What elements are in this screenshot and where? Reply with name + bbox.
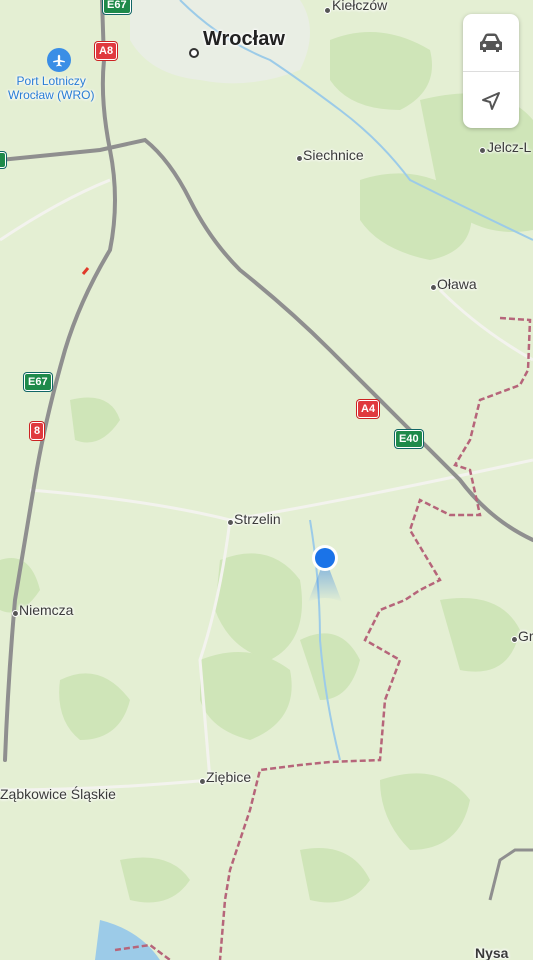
- olawa-marker: [430, 284, 437, 291]
- airport-label-line1: Port Lotniczy: [16, 74, 86, 88]
- wroclaw-marker: [189, 48, 199, 58]
- gr-marker: [511, 636, 518, 643]
- user-location-marker[interactable]: [304, 542, 346, 609]
- strzelin-marker: [227, 519, 234, 526]
- road-shield-e40[interactable]: E40: [395, 430, 423, 448]
- map-controls: [463, 14, 519, 128]
- niemcza-marker: [12, 610, 19, 617]
- place-gr-partial[interactable]: Gr: [518, 628, 533, 644]
- siechnice-marker: [296, 155, 303, 162]
- airplane-icon[interactable]: [47, 48, 71, 72]
- jelcz-marker: [479, 147, 486, 154]
- map-view[interactable]: Port Lotniczy Wrocław (WRO) Wrocław Kieł…: [0, 0, 533, 960]
- place-wroclaw[interactable]: Wrocław: [203, 28, 285, 51]
- place-ziebice[interactable]: Ziębice: [206, 769, 251, 785]
- ziebice-marker: [199, 778, 206, 785]
- airport-label-line2: Wrocław (WRO): [8, 88, 95, 102]
- place-kielczow[interactable]: Kiełczów: [332, 0, 387, 13]
- road-shield-8[interactable]: 8: [30, 422, 45, 440]
- map-canvas: [0, 0, 533, 960]
- road-shield-a4[interactable]: A4: [357, 400, 380, 418]
- place-olawa[interactable]: Oława: [437, 276, 477, 292]
- road-shield-a8[interactable]: A8: [95, 42, 118, 60]
- location-arrow-icon: [482, 91, 500, 110]
- place-jelcz[interactable]: Jelcz-L: [487, 139, 531, 155]
- place-niemcza[interactable]: Niemcza: [19, 602, 73, 618]
- place-nysa[interactable]: Nysa: [475, 945, 508, 960]
- place-strzelin[interactable]: Strzelin: [234, 511, 281, 527]
- airport-label[interactable]: Port Lotniczy Wrocław (WRO): [8, 74, 94, 102]
- user-heading-cone-icon: [308, 545, 342, 602]
- car-icon: [480, 33, 502, 52]
- kielczow-marker: [324, 7, 331, 14]
- road-shield-e67[interactable]: E67: [24, 373, 52, 391]
- place-zabkowice[interactable]: Ząbkowice Śląskie: [0, 786, 116, 802]
- road-shield-e67-top[interactable]: E67: [103, 0, 131, 14]
- road-shield-partial-left: [0, 152, 6, 168]
- transport-mode-button[interactable]: [463, 14, 519, 71]
- recenter-button[interactable]: [463, 71, 519, 128]
- place-siechnice[interactable]: Siechnice: [303, 147, 364, 163]
